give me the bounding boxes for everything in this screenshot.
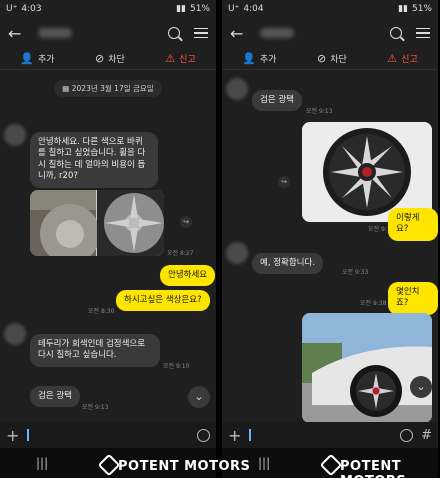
calendar-icon: ▦ xyxy=(62,84,72,93)
contact-name-redacted xyxy=(38,28,72,38)
block-label: 차단 xyxy=(330,55,347,65)
message-input-bar: + # xyxy=(222,422,438,448)
message-input-bar: + xyxy=(0,422,216,448)
avatar[interactable] xyxy=(4,124,26,146)
add-label: 추가 xyxy=(37,55,55,65)
message-time: 오전 9:13 xyxy=(82,404,109,411)
watermark-right: POTENT MOTORS xyxy=(340,459,406,478)
status-bar: U⁺ 4:04 ▮▮ 51% xyxy=(222,0,438,18)
text-input[interactable] xyxy=(27,429,29,441)
search-icon[interactable] xyxy=(390,27,402,39)
chat-screen-right: U⁺ 4:04 ▮▮ 51% ← 👤 추가 ⊘ 차단 ⚠ 신고 검은 광택 오전 9:… xyxy=(222,0,438,478)
emoji-icon[interactable] xyxy=(197,428,210,442)
wheel-photo-image xyxy=(30,190,164,256)
carrier-label: U⁺ xyxy=(228,4,240,14)
add-friend-button[interactable]: 👤 추가 xyxy=(20,52,54,65)
scroll-down-button[interactable]: ⌄ xyxy=(188,386,210,408)
chat-header: ← xyxy=(0,18,216,48)
wheel-photo-attachment[interactable] xyxy=(302,122,432,222)
car-photo-image xyxy=(302,313,432,423)
emoji-icon[interactable] xyxy=(400,428,414,442)
block-label: 차단 xyxy=(108,55,125,65)
status-bar: U⁺ 4:03 ▮▮ 51% xyxy=(0,0,216,18)
back-arrow-icon[interactable]: ← xyxy=(230,24,250,43)
signal-icon: ▮▮ xyxy=(176,4,186,14)
battery-label: 51% xyxy=(189,4,210,14)
wheel-photo-image xyxy=(302,122,432,222)
message-bubble[interactable]: 검은 광택 xyxy=(252,90,302,112)
carrier-label: U⁺ xyxy=(6,4,18,14)
block-icon: ⊘ xyxy=(317,52,327,65)
chat-screen-left: U⁺ 4:03 ▮▮ 51% ← 👤 추가 ⊘ 차단 ⚠ 신고 ▦ 2023년 3월 … xyxy=(0,0,216,478)
chat-header: ← xyxy=(222,18,438,48)
hashtag-icon[interactable]: # xyxy=(421,428,432,443)
avatar[interactable] xyxy=(4,323,26,345)
add-person-icon: 👤 xyxy=(242,52,256,65)
message-time: 오전 9:10 xyxy=(163,363,190,370)
action-bar: 👤 추가 ⊘ 차단 ⚠ 신고 xyxy=(222,48,438,70)
date-divider: ▦ 2023년 3월 17일 금요일 xyxy=(54,80,162,97)
share-icon[interactable]: ↪ xyxy=(180,216,192,228)
car-photo-attachment[interactable] xyxy=(302,313,432,423)
message-list: 검은 광택 오전 9:13 ↪ 오전 9:16 이렇게요? 예, 정확합니다. … xyxy=(222,70,438,438)
block-button[interactable]: ⊘ 차단 xyxy=(95,52,125,65)
contact-name-redacted xyxy=(260,28,294,38)
watermark-left: POTENT MOTORS xyxy=(118,459,251,474)
text-input[interactable] xyxy=(249,429,251,441)
report-button[interactable]: ⚠ 신고 xyxy=(165,52,195,65)
message-time: 오전 9:33 xyxy=(342,269,369,276)
message-time: 오전 9:13 xyxy=(306,108,333,115)
message-bubble[interactable]: 예, 정확합니다. xyxy=(252,253,324,275)
battery-label: 51% xyxy=(411,4,432,14)
plus-icon[interactable]: + xyxy=(228,426,241,445)
my-message-bubble[interactable]: 하시고싶은 색상은요? xyxy=(116,290,210,312)
recent-apps-icon[interactable]: ||| xyxy=(258,456,270,470)
menu-icon[interactable] xyxy=(194,28,208,38)
wheel-photo-attachment[interactable] xyxy=(30,190,164,256)
report-label: 신고 xyxy=(401,55,418,65)
avatar[interactable] xyxy=(226,242,248,264)
clock: 4:03 xyxy=(21,4,42,14)
block-button[interactable]: ⊘ 차단 xyxy=(317,52,347,65)
plus-icon[interactable]: + xyxy=(6,426,19,445)
menu-icon[interactable] xyxy=(416,28,430,38)
message-bubble[interactable]: 안녕하세요. 다른 색으로 바퀴를 칠하고 싶었습니다. 휠을 다시 칠하는 데… xyxy=(30,132,158,188)
message-time: 오전 8:30 xyxy=(88,308,115,315)
message-time: 오전 9:38 xyxy=(360,300,387,307)
report-button[interactable]: ⚠ 신고 xyxy=(387,52,417,65)
siren-icon: ⚠ xyxy=(387,52,398,65)
search-icon[interactable] xyxy=(168,27,180,39)
block-icon: ⊘ xyxy=(95,52,105,65)
add-friend-button[interactable]: 👤 추가 xyxy=(242,52,276,65)
date-label: 2023년 3월 17일 금요일 xyxy=(71,84,154,93)
message-bubble[interactable]: 테두리가 회색인데 검정색으로 다시 칠하고 싶습니다. xyxy=(30,334,160,367)
back-arrow-icon[interactable]: ← xyxy=(8,24,28,43)
my-message-bubble[interactable]: 이렇게요? xyxy=(388,208,438,241)
avatar[interactable] xyxy=(226,78,248,100)
action-bar: 👤 추가 ⊘ 차단 ⚠ 신고 xyxy=(0,48,216,70)
signal-icon: ▮▮ xyxy=(398,4,408,14)
report-label: 신고 xyxy=(179,55,196,65)
clock: 4:04 xyxy=(243,4,264,14)
scroll-down-button[interactable]: ⌄ xyxy=(410,376,432,398)
recent-apps-icon[interactable]: ||| xyxy=(36,456,48,470)
message-bubble[interactable]: 검은 광택 xyxy=(30,386,80,408)
my-message-bubble[interactable]: 안녕하세요 xyxy=(160,265,216,287)
add-person-icon: 👤 xyxy=(20,52,34,65)
message-time: 오전 8:27 xyxy=(167,250,194,257)
add-label: 추가 xyxy=(259,55,277,65)
message-list: ▦ 2023년 3월 17일 금요일 안녕하세요. 다른 색으로 바퀴를 칠하고… xyxy=(0,80,216,448)
siren-icon: ⚠ xyxy=(165,52,176,65)
my-message-bubble[interactable]: 몇인치죠? xyxy=(388,282,438,315)
share-icon[interactable]: ↪ xyxy=(278,176,290,188)
